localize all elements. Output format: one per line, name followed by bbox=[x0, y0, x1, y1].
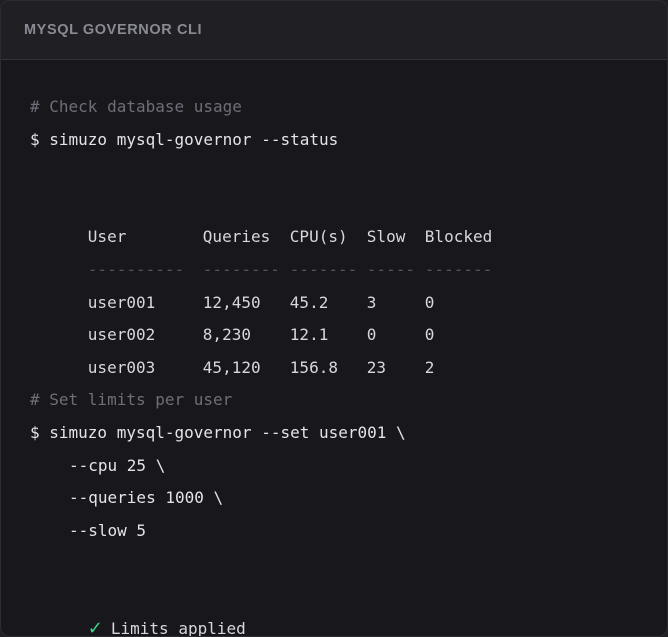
separator-cpu: ------- bbox=[289, 259, 358, 279]
cell-slow: 3 bbox=[366, 292, 377, 312]
cell-queries: 45,120 bbox=[202, 357, 261, 377]
success-text: Limits applied bbox=[110, 618, 246, 637]
column-header-blocked: Blocked bbox=[424, 227, 493, 247]
cell-blocked: 0 bbox=[424, 325, 435, 345]
cell-user: user001 bbox=[87, 292, 156, 312]
success-message: ✓ Limits applied bbox=[30, 580, 647, 637]
column-header-user: User bbox=[87, 227, 127, 247]
comment-set-limits: # Set limits per user bbox=[30, 390, 233, 410]
command-status: $ simuzo mysql-governor --status bbox=[30, 129, 339, 149]
separator-blocked: ------- bbox=[424, 259, 493, 279]
checkmark-icon: ✓ bbox=[87, 617, 103, 637]
panel-header: MYSQL GOVERNOR CLI bbox=[1, 1, 667, 60]
cell-user: user002 bbox=[87, 325, 156, 345]
command-slow-option: --slow 5 bbox=[69, 520, 147, 540]
cell-slow: 0 bbox=[366, 325, 377, 345]
cell-cpu: 156.8 bbox=[289, 357, 338, 377]
command-set-user: $ simuzo mysql-governor --set user001 \ bbox=[30, 422, 406, 442]
column-header-cpu: CPU(s) bbox=[289, 227, 348, 247]
terminal-output: # Check database usage $ simuzo mysql-go… bbox=[30, 91, 647, 637]
cell-cpu: 45.2 bbox=[289, 292, 329, 312]
column-header-slow: Slow bbox=[366, 227, 406, 247]
cell-blocked: 0 bbox=[424, 292, 435, 312]
comment-check-usage: # Check database usage bbox=[30, 97, 242, 116]
cell-queries: 12,450 bbox=[202, 292, 261, 312]
cli-panel: MYSQL GOVERNOR CLI # Check database usag… bbox=[0, 0, 668, 637]
cell-user: user003 bbox=[87, 357, 156, 377]
cell-slow: 23 bbox=[366, 357, 387, 377]
cell-blocked: 2 bbox=[424, 357, 435, 377]
cell-cpu: 12.1 bbox=[289, 325, 329, 345]
separator-queries: -------- bbox=[202, 259, 280, 279]
separator-user: ---------- bbox=[87, 259, 185, 279]
table-header-row: User Queries CPU(s) Slow Blocked bbox=[30, 189, 647, 246]
command-queries-option: --queries 1000 \ bbox=[69, 488, 224, 508]
column-header-queries: Queries bbox=[202, 227, 271, 247]
command-cpu-option: --cpu 25 \ bbox=[69, 455, 166, 475]
separator-slow: ----- bbox=[366, 259, 415, 279]
panel-title: MYSQL GOVERNOR CLI bbox=[24, 22, 203, 38]
cell-queries: 8,230 bbox=[202, 325, 251, 345]
